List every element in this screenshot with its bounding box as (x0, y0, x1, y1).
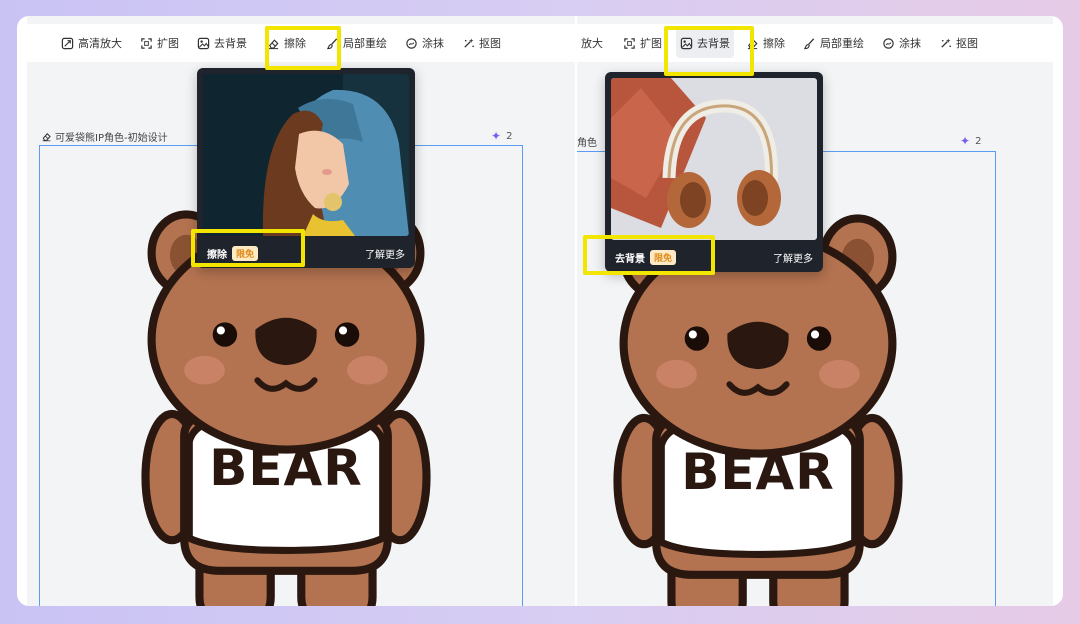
headphones-preview-image (611, 78, 817, 240)
bear-shirt-text: BEAR (681, 443, 835, 501)
expand-icon (140, 37, 153, 50)
smear-icon (882, 37, 895, 50)
tooltip-footer: 去背景 限免 了解更多 (605, 242, 823, 272)
left-tool-hd[interactable]: 高清放大 (57, 28, 126, 58)
cutout-icon (462, 37, 475, 50)
learn-more-link[interactable]: 了解更多 (773, 250, 813, 265)
layer-count: ✦ 2 (960, 134, 982, 148)
left-toolbar: 高清放大 扩图 去背景 擦除 局部重绘 涂抹 抠图 (27, 24, 575, 62)
right-toolbar: 放大 扩图 去背景 擦除 局部重绘 涂抹 抠图 (577, 24, 1053, 62)
expand-icon (623, 37, 636, 50)
layer-count: ✦ 2 (491, 129, 513, 143)
tool-name: 擦除 限免 (207, 245, 259, 261)
right-tool-cutout[interactable]: 抠图 (935, 28, 982, 58)
link-icon: ✦ (491, 129, 502, 143)
canvas-title: 可爱袋熊IP角色-初始设计 (41, 129, 168, 144)
left-tool-cutout[interactable]: 抠图 (458, 28, 505, 58)
link-icon: ✦ (960, 134, 971, 148)
eraser-icon (746, 37, 759, 50)
remove-bg-tooltip: 去背景 限免 了解更多 (605, 72, 823, 272)
left-tool-erase[interactable]: 擦除 (263, 28, 310, 58)
eraser-icon (41, 131, 52, 142)
erase-tooltip: 擦除 限免 了解更多 (197, 68, 415, 268)
free-badge: 限免 (232, 245, 259, 261)
smear-icon (405, 37, 418, 50)
left-editor-panel: 高清放大 扩图 去背景 擦除 局部重绘 涂抹 抠图 可爱袋熊IP角色-初始设计 … (27, 16, 575, 606)
brush-icon (803, 37, 816, 50)
free-badge: 限免 (650, 249, 677, 265)
right-editor-panel: 放大 扩图 去背景 擦除 局部重绘 涂抹 抠图 角色 ✦ 2 BEAR 去背景 … (577, 16, 1053, 606)
right-tool-expand[interactable]: 扩图 (619, 28, 666, 58)
left-tool-smear[interactable]: 涂抹 (401, 28, 448, 58)
right-tool-hd[interactable]: 放大 (577, 28, 607, 58)
hd-icon (61, 37, 74, 50)
right-tool-remove-bg[interactable]: 去背景 (676, 28, 734, 58)
tool-name: 去背景 限免 (615, 249, 677, 265)
bear-shirt-text: BEAR (209, 439, 363, 497)
eraser-icon (267, 37, 280, 50)
right-tool-smear[interactable]: 涂抹 (878, 28, 925, 58)
comparison-card: 高清放大 扩图 去背景 擦除 局部重绘 涂抹 抠图 可爱袋熊IP角色-初始设计 … (17, 16, 1063, 606)
cutout-icon (939, 37, 952, 50)
left-tool-remove-bg[interactable]: 去背景 (193, 28, 251, 58)
right-tool-inpaint[interactable]: 局部重绘 (799, 28, 868, 58)
left-tool-inpaint[interactable]: 局部重绘 (322, 28, 391, 58)
brush-icon (326, 37, 339, 50)
learn-more-link[interactable]: 了解更多 (365, 246, 405, 261)
woman-preview-image (203, 74, 409, 236)
left-tool-expand[interactable]: 扩图 (136, 28, 183, 58)
right-tool-erase[interactable]: 擦除 (742, 28, 789, 58)
remove-bg-icon (680, 37, 693, 50)
canvas-title: 角色 (577, 138, 597, 149)
remove-bg-icon (197, 37, 210, 50)
tooltip-footer: 擦除 限免 了解更多 (197, 238, 415, 268)
